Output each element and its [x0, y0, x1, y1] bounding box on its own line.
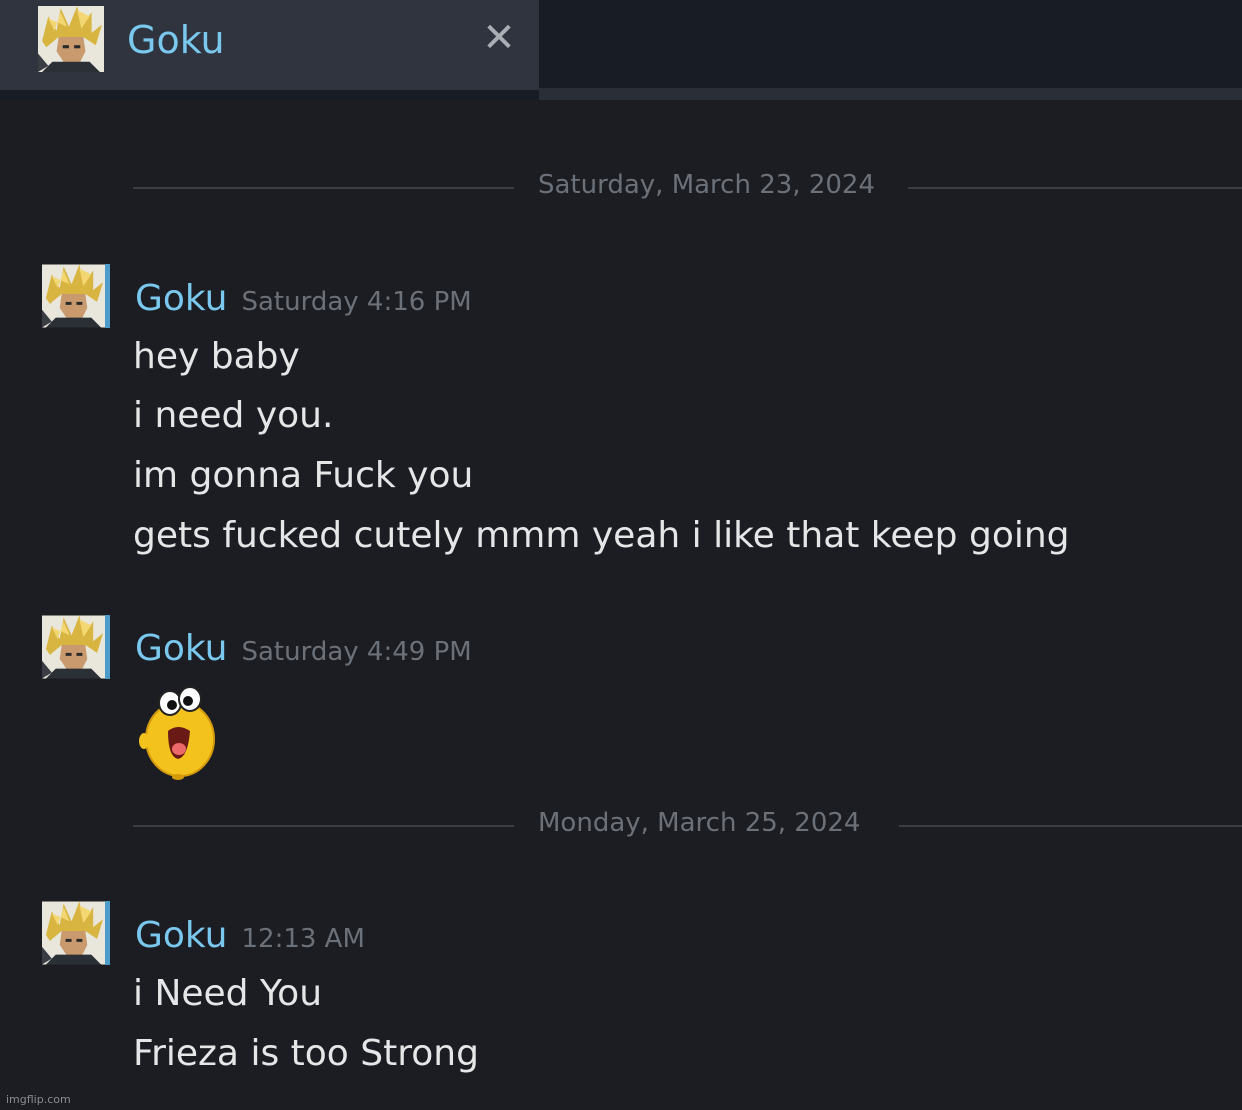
goku-avatar-icon: [42, 901, 105, 965]
message-line: Frieza is too Strong: [133, 1033, 479, 1074]
message-timestamp: Saturday 4:16 PM: [241, 287, 472, 317]
date-label: Monday, March 25, 2024: [538, 808, 861, 838]
message-line: i Need You: [133, 973, 323, 1014]
date-divider: Monday, March 25, 2024: [133, 808, 1242, 842]
message-line: hey baby: [133, 336, 300, 377]
divider-line: [133, 187, 514, 189]
date-label: Saturday, March 23, 2024: [538, 170, 875, 200]
divider-line: [133, 825, 514, 827]
date-divider: Saturday, March 23, 2024: [133, 170, 1242, 204]
goku-avatar-icon: [42, 615, 105, 679]
message-timestamp: Saturday 4:49 PM: [241, 637, 472, 667]
sender-name[interactable]: Goku: [135, 915, 227, 956]
sender-avatar[interactable]: [42, 615, 110, 679]
tab-goku[interactable]: Goku ✕: [0, 0, 539, 90]
tab-title: Goku: [127, 18, 225, 62]
message-line: im gonna Fuck you: [133, 455, 474, 496]
goku-avatar-icon: [38, 6, 104, 72]
online-status-bar: [105, 264, 110, 328]
close-icon[interactable]: ✕: [478, 16, 520, 60]
tab-bar: Goku ✕: [0, 0, 1242, 100]
online-status-bar: [105, 901, 110, 965]
sender-name[interactable]: Goku: [135, 628, 227, 669]
tab-strip: [539, 88, 1242, 100]
happy-emoticon-icon: [139, 686, 215, 780]
sender-avatar[interactable]: [42, 264, 110, 328]
goku-avatar-icon: [42, 264, 105, 328]
divider-line: [908, 187, 1242, 189]
sender-name[interactable]: Goku: [135, 278, 227, 319]
message-line: gets fucked cutely mmm yeah i like that …: [133, 515, 1070, 556]
sender-avatar[interactable]: [42, 901, 110, 965]
message-header: Goku Saturday 4:49 PM: [135, 628, 472, 669]
message-header: Goku Saturday 4:16 PM: [135, 278, 472, 319]
watermark: imgflip.com: [6, 1093, 71, 1106]
online-status-bar: [105, 615, 110, 679]
message-line: i need you.: [133, 395, 334, 436]
divider-line: [899, 825, 1242, 827]
message-timestamp: 12:13 AM: [241, 924, 365, 954]
message-header: Goku 12:13 AM: [135, 915, 365, 956]
